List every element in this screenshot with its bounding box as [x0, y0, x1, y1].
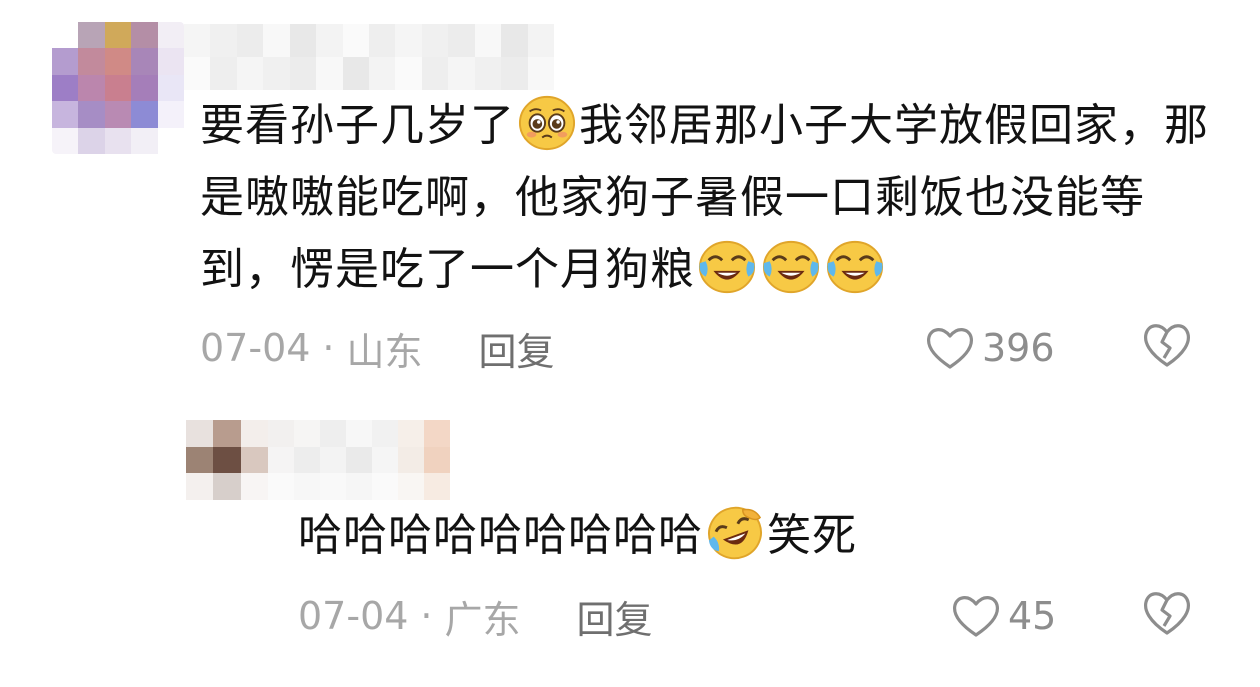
comment-text: 哈哈哈哈哈哈哈哈哈 笑死	[298, 500, 1198, 572]
reply-button[interactable]: 回复	[577, 589, 653, 644]
heart-icon	[926, 328, 974, 369]
broken-heart-icon[interactable]	[1140, 588, 1194, 638]
comment-date: 07-04	[298, 594, 409, 638]
comment-meta: 07-04 · 广东 回复	[298, 586, 653, 646]
comment-meta: 07-04 · 山东 回复	[200, 318, 555, 378]
crying-laughing-emoji	[762, 240, 820, 294]
avatar-pixelated[interactable]	[52, 22, 184, 154]
heart-icon	[952, 596, 1000, 637]
comment-text-part: 笑死	[767, 510, 857, 561]
like-count: 45	[1008, 594, 1057, 638]
comment-thread: 要看孙子几岁了 我邻居那小子大学放假回家，那是嗷嗷能吃啊，他家狗子暑假一口剩饭也…	[0, 0, 1260, 687]
comment-date: 07-04	[200, 326, 311, 370]
crying-laughing-emoji	[826, 240, 884, 294]
comment-text-part: 哈哈哈哈哈哈哈哈哈	[298, 510, 703, 561]
comment-text: 要看孙子几岁了 我邻居那小子大学放假回家，那是嗷嗷能吃啊，他家狗子暑假一口剩饭也…	[200, 90, 1210, 306]
like-count: 396	[982, 326, 1055, 370]
avatar-pixelated[interactable]	[186, 420, 268, 500]
comment-text-part: 要看孙子几岁了	[200, 100, 515, 151]
rolling-laughing-emoji	[708, 506, 762, 560]
reply-button[interactable]: 回复	[479, 321, 555, 376]
username-pixelated[interactable]	[184, 24, 554, 90]
comment-location: 广东	[444, 597, 521, 642]
broken-heart-icon[interactable]	[1140, 320, 1194, 370]
meta-separator: ·	[322, 326, 335, 370]
crying-laughing-emoji	[698, 240, 756, 294]
username-pixelated[interactable]	[268, 420, 450, 500]
pleading-face-emoji	[518, 95, 576, 151]
like-button[interactable]: 396	[924, 318, 1055, 378]
comment-location: 山东	[346, 329, 423, 374]
meta-separator: ·	[420, 594, 433, 638]
like-button[interactable]: 45	[950, 586, 1056, 646]
